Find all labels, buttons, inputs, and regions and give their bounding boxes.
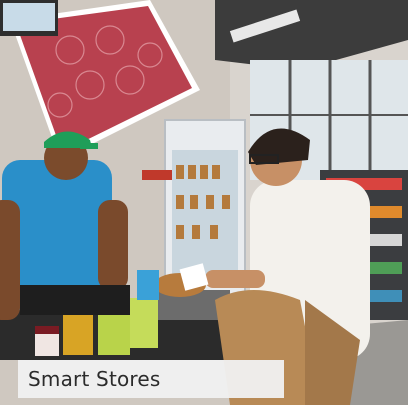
photo-frame: Smart Stores: [0, 0, 408, 405]
store-photo: [0, 0, 408, 405]
caption-text: Smart Stores: [28, 367, 161, 391]
caption-banner: Smart Stores: [18, 360, 284, 398]
